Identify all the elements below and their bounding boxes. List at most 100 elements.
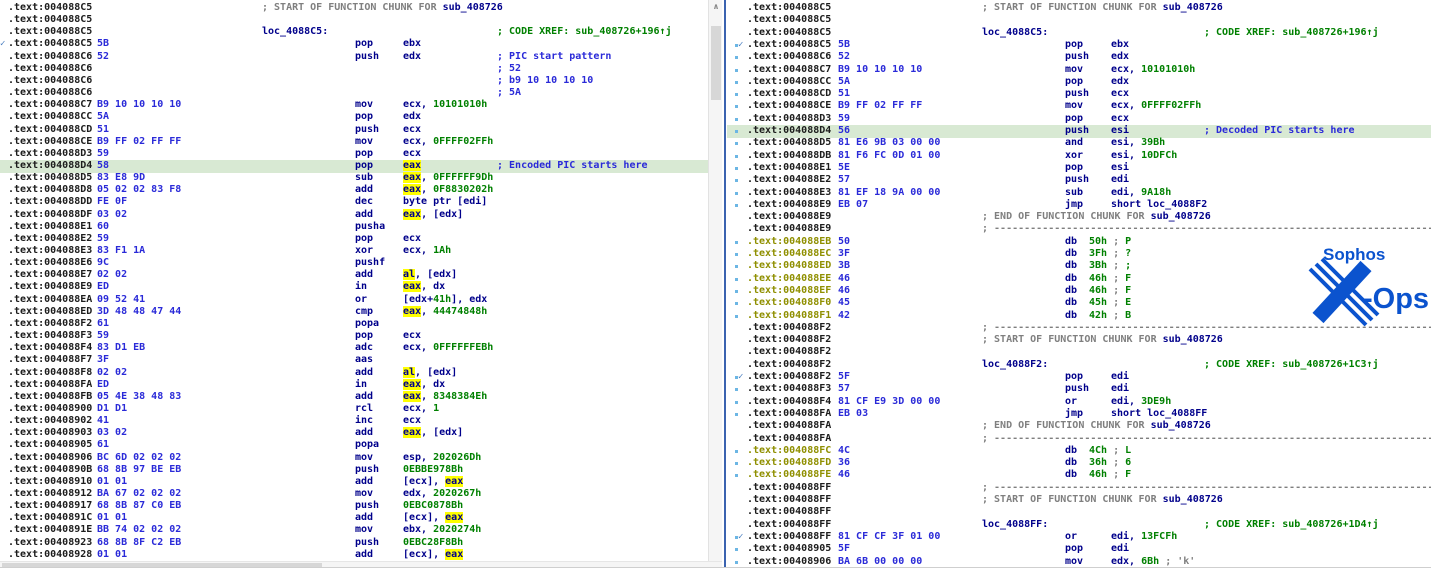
asm-token-group: .text:004088F8 [8, 367, 92, 379]
code-line-dot-icon [735, 450, 738, 453]
asm-row[interactable]: .text:004088E9; ------------------------… [727, 223, 1431, 236]
asm-row[interactable]: .text:004088DF03 02addeax, [edx] [0, 209, 708, 222]
asm-row[interactable]: .text:004088CEB9 FF 02 FF FFmovecx, 0FFF… [727, 100, 1431, 113]
asm-row[interactable]: .text:004088FA; END OF FUNCTION CHUNK FO… [727, 420, 1431, 433]
asm-row[interactable]: .text:004088C6; 5A [0, 87, 708, 100]
vertical-scrollbar-thumb[interactable] [711, 26, 721, 100]
asm-row[interactable]: .text:004088FF; ------------------------… [727, 482, 1431, 495]
asm-row[interactable]: .text:004088FAEDineax, dx [0, 379, 708, 392]
asm-row[interactable]: .text:004088F261popa [0, 318, 708, 331]
asm-token-group: ecx [403, 330, 421, 342]
asm-row[interactable]: .text:00408906BA 6B 00 00 00movedx, 6Bh … [727, 556, 1431, 568]
asm-row[interactable]: .text:004088C5; START OF FUNCTION CHUNK … [727, 2, 1431, 15]
horizontal-scrollbar-thumb[interactable] [2, 563, 322, 567]
asm-row[interactable]: .text:004088CD51pushecx [727, 88, 1431, 101]
asm-row[interactable]: .text:004088C652pushedx [727, 51, 1431, 64]
asm-row[interactable]: .text:004088E702 02addal, [edx] [0, 269, 708, 282]
asm-row[interactable]: .text:004088C6; b9 10 10 10 10 [0, 75, 708, 88]
asm-row[interactable]: .text:004088F802 02addal, [edx] [0, 367, 708, 380]
asm-row[interactable]: .text:004088D456pushesi; Decoded PIC sta… [727, 125, 1431, 138]
asm-row[interactable]: .text:004088E9EDineax, dx [0, 281, 708, 294]
asm-row[interactable]: .text:004088FD36db36h ; 6 [727, 457, 1431, 470]
asm-row[interactable]: .text:00408912BA 67 02 02 02movedx, 2020… [0, 488, 708, 501]
asm-row[interactable]: .text:004088C6; 52 [0, 63, 708, 76]
asm-row[interactable]: .text:004088E257pushedi [727, 174, 1431, 187]
asm-token-group: cmp [355, 306, 373, 318]
asm-row[interactable]: .text:004088F2loc_4088F2:; CODE XREF: su… [727, 359, 1431, 372]
asm-token-group: ; Decoded PIC starts here [1204, 125, 1355, 137]
asm-row[interactable]: .text:004088E160pusha [0, 221, 708, 234]
asm-row[interactable]: .text:004089055Fpopedi [727, 543, 1431, 556]
asm-row[interactable]: ✓.text:004088C55Bpopebx [0, 38, 708, 51]
asm-row[interactable]: .text:004088FAEB 03jmpshort loc_4088FF [727, 408, 1431, 421]
asm-row[interactable]: .text:004088F481 CF E9 3D 00 00oredi, 3D… [727, 396, 1431, 409]
asm-row[interactable]: .text:0040891C01 01add[ecx], eax [0, 512, 708, 525]
asm-row[interactable]: .text:004088FA; ------------------------… [727, 433, 1431, 446]
asm-row[interactable]: .text:004088F2 [727, 346, 1431, 359]
asm-row[interactable]: .text:004088F357pushedi [727, 383, 1431, 396]
asm-row[interactable]: .text:004088ED3D 48 48 47 44cmpeax, 4447… [0, 306, 708, 319]
asm-row[interactable]: .text:004088C7B9 10 10 10 10movecx, 1010… [727, 64, 1431, 77]
disassembly-pane-encoded[interactable]: .text:004088C5; START OF FUNCTION CHUNK … [0, 0, 708, 561]
asm-row[interactable]: .text:004088D583 E8 9Dsubeax, 0FFFFFF9Dh [0, 172, 708, 185]
asm-row[interactable]: .text:004088D359popecx [727, 113, 1431, 126]
asm-token-group: 3F [838, 248, 850, 260]
asm-row[interactable]: .text:0040892368 8B 8F C2 EBpush0EBC28F8… [0, 537, 708, 550]
asm-row[interactable]: .text:004088E383 F1 1Axorecx, 1Ah [0, 245, 708, 258]
asm-row[interactable]: .text:004088C5loc_4088C5:; CODE XREF: su… [0, 26, 708, 39]
asm-row[interactable]: .text:004088C5loc_4088C5:; CODE XREF: su… [727, 27, 1431, 40]
asm-row[interactable]: .text:004088D805 02 02 83 F8addeax, 0F88… [0, 184, 708, 197]
asm-row[interactable]: .text:004088DDFE 0Fdecbyte ptr [edi] [0, 196, 708, 209]
asm-row[interactable]: .text:004088E9; END OF FUNCTION CHUNK FO… [727, 211, 1431, 224]
asm-token-group: 05 4E 38 48 83 [97, 391, 181, 403]
asm-row[interactable]: .text:004088F2; START OF FUNCTION CHUNK … [727, 334, 1431, 347]
asm-row[interactable]: .text:004088D359popecx [0, 148, 708, 161]
asm-row[interactable]: .text:0040891001 01add[ecx], eax [0, 476, 708, 489]
asm-row[interactable]: .text:0040890241incecx [0, 415, 708, 428]
code-line-dot-icon [735, 167, 738, 170]
asm-token-group: ; START OF FUNCTION CHUNK FOR sub_408726 [982, 494, 1223, 506]
asm-row[interactable]: .text:004088E259popecx [0, 233, 708, 246]
asm-row[interactable]: .text:004088C7B9 10 10 10 10movecx, 1010… [0, 99, 708, 112]
asm-row[interactable]: .text:004088CD51pushecx [0, 124, 708, 137]
asm-row[interactable]: ✓.text:004088C55Bpopebx [727, 39, 1431, 52]
asm-row[interactable]: .text:004088D581 E6 9B 03 00 00andesi, 3… [727, 137, 1431, 150]
asm-row[interactable]: ✓.text:004088F25Fpopedi [727, 371, 1431, 384]
asm-row[interactable]: .text:0040891EBB 74 02 02 02movebx, 2020… [0, 524, 708, 537]
asm-row[interactable]: .text:004088F73Faas [0, 354, 708, 367]
scroll-up-arrow-icon[interactable]: ∧ [709, 0, 723, 14]
asm-row[interactable]: .text:0040890B68 8B 97 BE EBpush0EBBE978… [0, 464, 708, 477]
asm-row[interactable]: .text:004088CC5Apopedx [727, 76, 1431, 89]
asm-row[interactable]: .text:004088DB81 F6 FC 0D 01 00xoresi, 1… [727, 150, 1431, 163]
asm-row[interactable]: .text:004088CC5Apopedx [0, 111, 708, 124]
asm-row[interactable]: .text:004088FF [727, 506, 1431, 519]
asm-row[interactable]: .text:004088EA09 52 41or[edx+41h], edx [0, 294, 708, 307]
asm-row[interactable]: .text:004088FE46db46h ; F [727, 469, 1431, 482]
asm-row[interactable]: .text:004088C5; START OF FUNCTION CHUNK … [0, 2, 708, 15]
asm-row[interactable]: .text:004088C5 [727, 14, 1431, 27]
asm-row[interactable]: .text:00408906BC 6D 02 02 02movesp, 2020… [0, 452, 708, 465]
asm-row[interactable]: .text:004088E9EB 07jmpshort loc_4088F2 [727, 199, 1431, 212]
asm-row[interactable]: .text:004088E69Cpushf [0, 257, 708, 270]
asm-row[interactable]: .text:004088F483 D1 EBadcecx, 0FFFFFFEBh [0, 342, 708, 355]
asm-row[interactable]: .text:004088E15Epopesi [727, 162, 1431, 175]
asm-row[interactable]: .text:00408900D1 D1rclecx, 1 [0, 403, 708, 416]
asm-row[interactable]: .text:004088C652pushedx; PIC start patte… [0, 51, 708, 64]
asm-row[interactable]: .text:004088FC4Cdb4Ch ; L [727, 445, 1431, 458]
asm-row[interactable]: .text:004088F359popecx [0, 330, 708, 343]
asm-row[interactable]: .text:0040892801 01add[ecx], eax [0, 549, 708, 561]
left-pane-horizontal-scrollbar[interactable] [0, 561, 722, 568]
asm-row[interactable]: .text:0040890303 02addeax, [edx] [0, 427, 708, 440]
asm-row[interactable]: .text:0040891768 8B 87 C0 EBpush0EBC0878… [0, 500, 708, 513]
asm-row[interactable]: ✓.text:004088FF81 CF CF 3F 01 00oredi, 1… [727, 531, 1431, 544]
asm-row[interactable]: .text:004088FB05 4E 38 48 83addeax, 8348… [0, 391, 708, 404]
asm-row[interactable]: .text:0040890561popa [0, 439, 708, 452]
asm-row[interactable]: .text:004088CEB9 FF 02 FF FFmovecx, 0FFF… [0, 136, 708, 149]
asm-row[interactable]: .text:004088D458popeax; Encoded PIC star… [0, 160, 708, 173]
asm-token-group: 5B [97, 38, 109, 50]
asm-row[interactable]: .text:004088FF; START OF FUNCTION CHUNK … [727, 494, 1431, 507]
left-pane-vertical-scrollbar[interactable]: ∧ [708, 0, 722, 568]
asm-row[interactable]: .text:004088FFloc_4088FF:; CODE XREF: su… [727, 519, 1431, 532]
asm-row[interactable]: .text:004088E381 EF 18 9A 00 00subedi, 9… [727, 187, 1431, 200]
asm-token-group: [ecx], eax [403, 512, 463, 524]
